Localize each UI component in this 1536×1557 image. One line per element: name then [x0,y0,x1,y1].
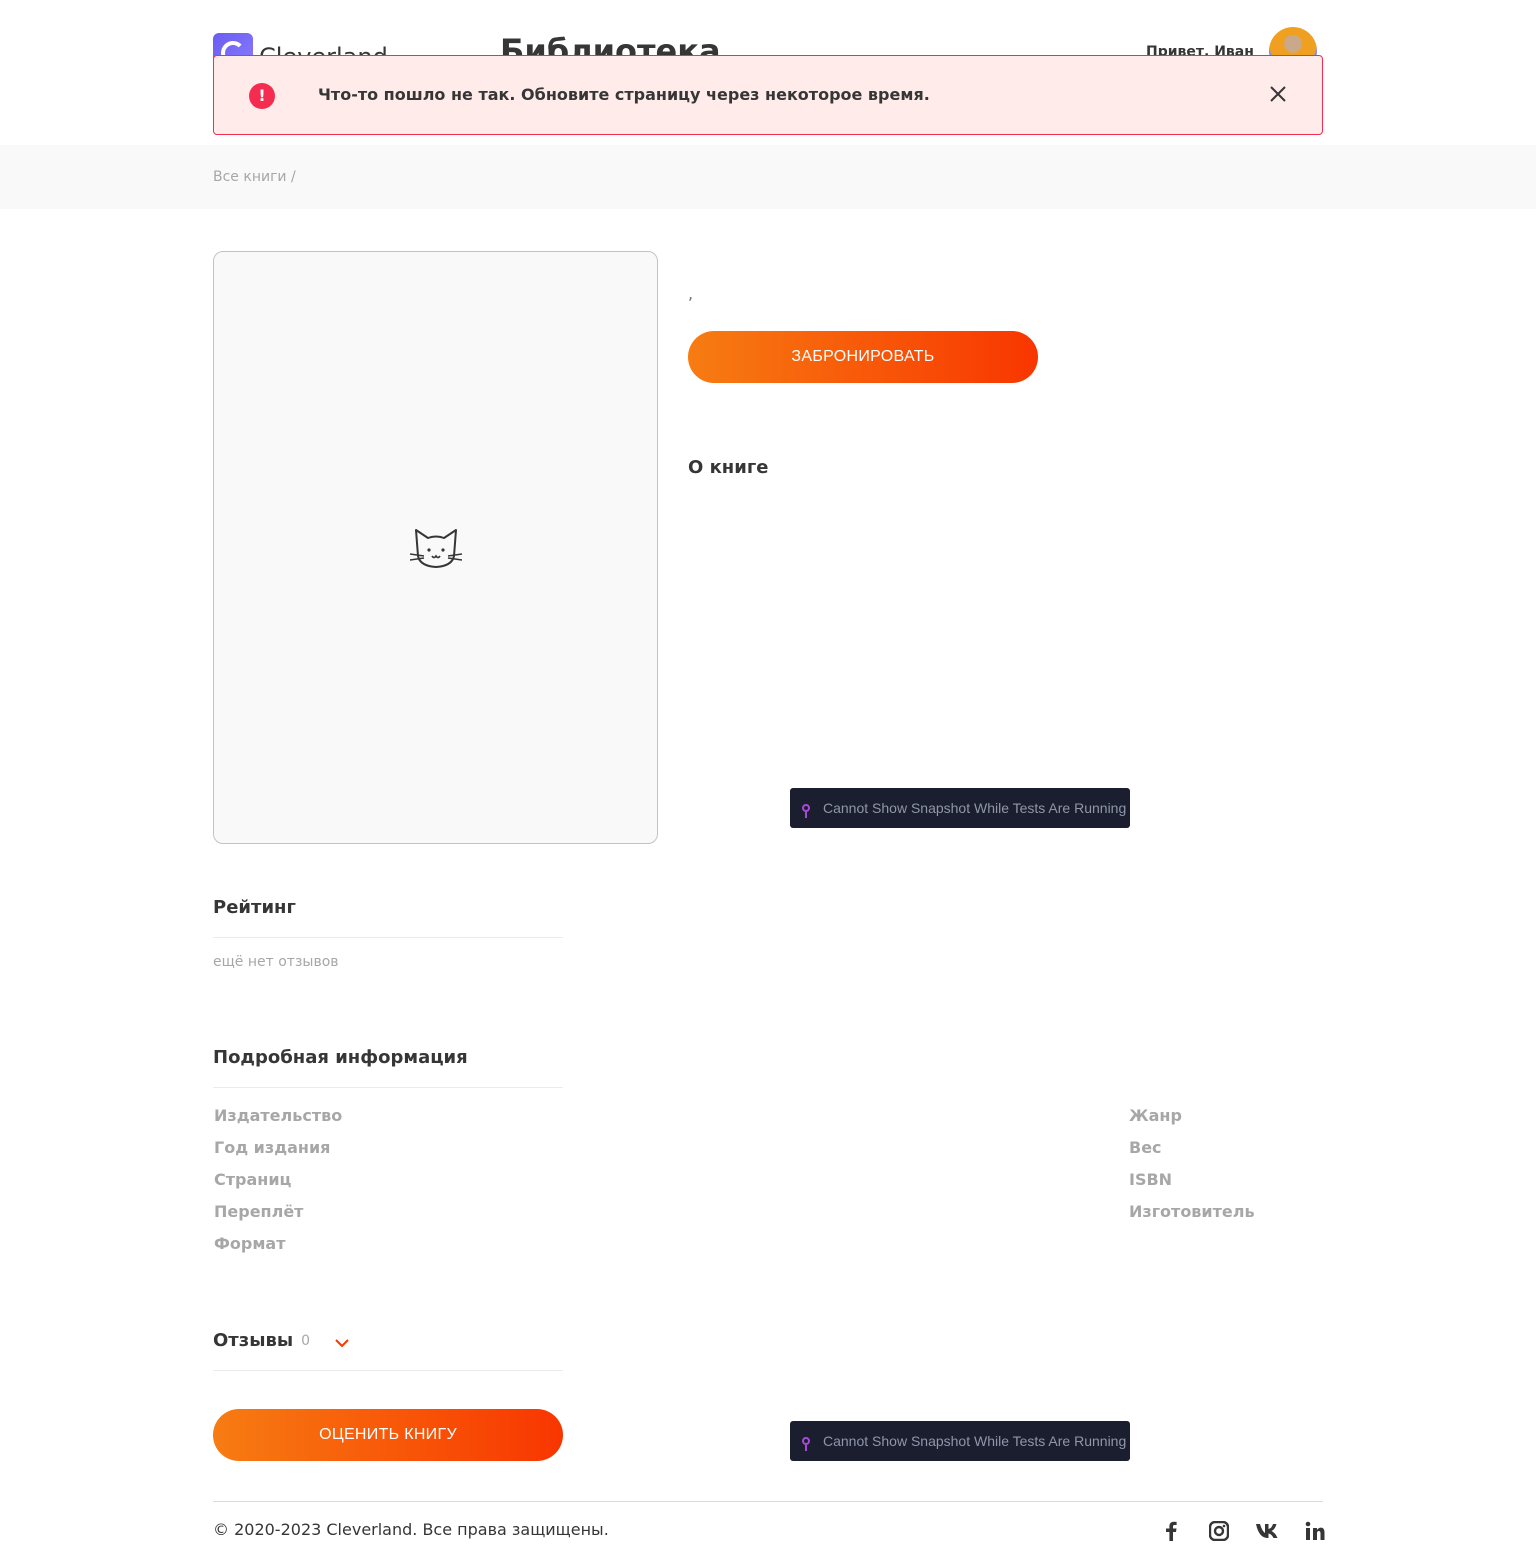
footer-divider [213,1501,1323,1502]
rating-title: Рейтинг [213,897,296,918]
breadcrumb[interactable]: Все книги / [213,169,296,185]
pin-icon [802,804,810,818]
snapshot-notice: Cannot Show Snapshot While Tests Are Run… [790,1421,1130,1461]
snapshot-notice-text: Cannot Show Snapshot While Tests Are Run… [823,800,1127,816]
reviews-title: Отзывы [213,1330,294,1351]
divider [213,937,563,938]
reserve-button[interactable]: ЗАБРОНИРОВАТЬ [688,331,1038,383]
linkedin-icon[interactable] [1299,1517,1331,1545]
detail-label-year: Год издания [214,1138,331,1157]
vk-icon[interactable] [1251,1517,1283,1545]
detail-label-weight: Вес [1129,1138,1162,1157]
snapshot-notice: Cannot Show Snapshot While Tests Are Run… [790,788,1130,828]
copyright: © 2020-2023 Cleverland. Все права защище… [213,1520,609,1539]
detail-label-genre: Жанр [1129,1106,1182,1125]
detail-label-binding: Переплёт [214,1202,304,1221]
book-cover-placeholder [213,251,658,844]
snapshot-notice-text: Cannot Show Snapshot While Tests Are Run… [823,1433,1127,1449]
book-author-year: , [688,284,694,303]
social-links [1155,1517,1331,1545]
close-icon[interactable] [1266,82,1290,106]
divider [213,1087,563,1088]
detail-label-pages: Страниц [214,1170,292,1189]
instagram-icon[interactable] [1203,1517,1235,1545]
facebook-icon[interactable] [1155,1517,1187,1545]
detail-label-manufacturer: Изготовитель [1129,1202,1255,1221]
pin-icon [802,1437,810,1451]
error-message: Что-то пошло не так. Обновите страницу ч… [318,85,930,104]
error-icon: ! [249,83,275,109]
detail-label-isbn: ISBN [1129,1170,1173,1189]
breadcrumb-bar: Все книги / [0,145,1536,209]
about-book-title: О книге [688,457,769,478]
no-reviews-text: ещё нет отзывов [213,954,339,970]
details-title: Подробная информация [213,1047,468,1068]
reviews-count: 0 [301,1332,311,1349]
detail-label-format: Формат [214,1234,286,1253]
chevron-down-icon [335,1338,349,1347]
error-toast: ! Что-то пошло не так. Обновите страницу… [213,55,1323,135]
cat-icon [410,529,462,568]
detail-label-publisher: Издательство [214,1106,343,1125]
reviews-toggle[interactable]: Отзывы 0 [213,1330,350,1351]
divider [213,1370,563,1371]
rate-book-button[interactable]: ОЦЕНИТЬ КНИГУ [213,1409,563,1461]
